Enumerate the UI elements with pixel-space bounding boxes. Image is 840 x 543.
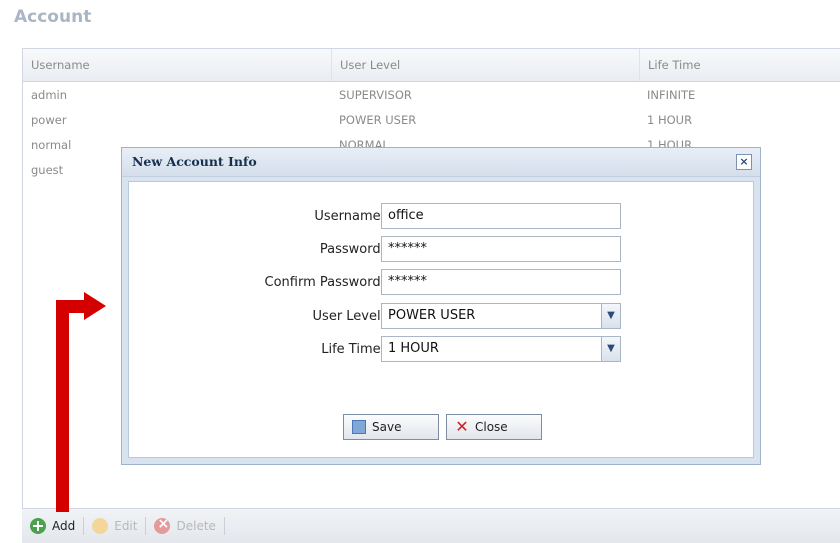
page-title: Account	[14, 7, 92, 27]
user-level-row: User Level: POWER USER ▼	[129, 303, 755, 331]
user-level-value: POWER USER	[388, 308, 476, 323]
dialog-title: New Account Info	[132, 154, 257, 169]
save-button[interactable]: Save	[343, 414, 439, 440]
add-label: Add	[52, 519, 76, 533]
delete-icon	[154, 516, 171, 534]
table-row[interactable]: power POWER USER 1 HOUR	[23, 107, 840, 132]
column-username-header[interactable]: Username	[23, 49, 331, 81]
column-life-time-header[interactable]: Life Time	[639, 49, 840, 81]
dialog-body: Username: office Password: ****** Confir…	[128, 181, 754, 458]
edit-button[interactable]: Edit	[84, 509, 145, 543]
life-time-label: Life Time:	[321, 342, 385, 357]
new-account-dialog: New Account Info × Username: office Pass…	[121, 147, 761, 465]
close-icon[interactable]: ×	[736, 154, 752, 170]
add-icon	[30, 518, 46, 534]
edit-icon	[92, 518, 109, 534]
close-label: Close	[475, 420, 508, 434]
annotation-arrow-shaft	[56, 300, 69, 512]
confirm-password-field[interactable]: ******	[381, 269, 621, 295]
life-time-select[interactable]: 1 HOUR ▼	[381, 336, 621, 362]
grid-header: Username User Level Life Time	[23, 48, 840, 82]
delete-button[interactable]: Delete	[146, 509, 223, 543]
annotation-arrow-head-icon	[84, 292, 106, 320]
cell-user-level: POWER USER	[339, 112, 417, 127]
table-row[interactable]: admin SUPERVISOR INFINITE	[23, 82, 840, 107]
save-icon	[352, 420, 366, 434]
password-field[interactable]: ******	[381, 236, 621, 262]
chevron-down-icon[interactable]: ▼	[601, 304, 620, 328]
life-time-row: Life Time: 1 HOUR ▼	[129, 336, 755, 364]
confirm-password-label: Confirm Password:	[264, 275, 385, 290]
column-user-level-header[interactable]: User Level	[331, 49, 639, 81]
close-button[interactable]: ✕ Close	[446, 414, 542, 440]
life-time-value: 1 HOUR	[388, 341, 439, 356]
chevron-down-icon[interactable]: ▼	[601, 337, 620, 361]
close-x-icon: ✕	[455, 417, 469, 436]
password-row: Password: ******	[129, 236, 755, 264]
grid-toolbar: Add Edit Delete	[22, 508, 840, 543]
edit-label: Edit	[114, 519, 138, 533]
cell-life-time: 1 HOUR	[647, 112, 693, 127]
cell-life-time: INFINITE	[647, 87, 696, 102]
annotation-arrow-arm	[56, 300, 86, 313]
user-level-label: User Level:	[312, 309, 385, 324]
toolbar-divider	[223, 517, 225, 535]
username-field[interactable]: office	[381, 203, 621, 229]
cell-username: power	[31, 112, 67, 127]
delete-label: Delete	[176, 519, 216, 533]
cell-user-level: SUPERVISOR	[339, 87, 412, 102]
username-label: Username:	[314, 209, 385, 224]
username-row: Username: office	[129, 203, 755, 231]
user-level-select[interactable]: POWER USER ▼	[381, 303, 621, 329]
save-label: Save	[372, 420, 402, 434]
password-label: Password:	[319, 242, 385, 257]
add-button[interactable]: Add	[22, 509, 83, 543]
confirm-password-row: Confirm Password: ******	[129, 269, 755, 297]
dialog-title-bar[interactable]: New Account Info ×	[122, 148, 760, 177]
cell-username: admin	[31, 87, 68, 102]
